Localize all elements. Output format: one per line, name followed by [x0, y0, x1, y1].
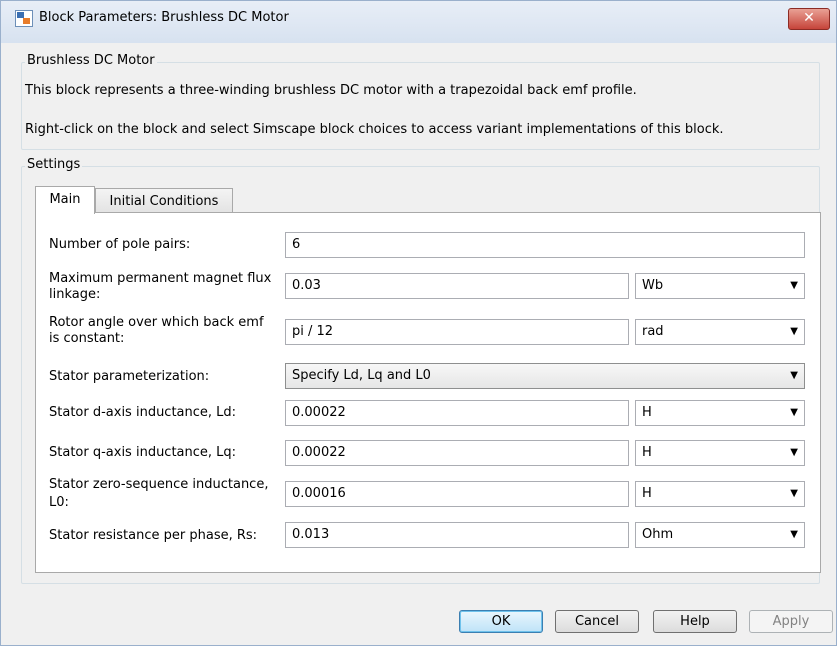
rs-input[interactable]: 0.013: [285, 522, 629, 548]
chevron-down-icon: ▼: [790, 447, 798, 458]
chevron-down-icon: ▼: [790, 326, 798, 337]
pole-pairs-input[interactable]: 6: [285, 232, 805, 258]
rs-label: Stator resistance per phase, Rs:: [49, 528, 258, 543]
flux-linkage-input[interactable]: 0.03: [285, 273, 629, 299]
l0-label-line2: L0:: [49, 495, 69, 510]
rotor-angle-unit-select[interactable]: rad ▼: [635, 319, 805, 345]
rotor-angle-input[interactable]: pi / 12: [285, 319, 629, 345]
apply-button[interactable]: Apply: [749, 610, 833, 633]
rs-unit-select[interactable]: Ohm ▼: [635, 522, 805, 548]
l0-label-line1: Stator zero-sequence inductance,: [49, 477, 269, 492]
chevron-down-icon: ▼: [790, 280, 798, 291]
flux-linkage-label-line2: linkage:: [49, 287, 101, 302]
lq-label: Stator q-axis inductance, Lq:: [49, 445, 237, 460]
lq-unit-value: H: [642, 445, 652, 460]
dialog-window: Block Parameters: Brushless DC Motor ✕ B…: [0, 0, 837, 646]
pole-pairs-label: Number of pole pairs:: [49, 237, 191, 252]
settings-group-title: Settings: [25, 157, 83, 172]
flux-linkage-unit-select[interactable]: Wb ▼: [635, 273, 805, 299]
rs-unit-value: Ohm: [642, 527, 674, 542]
close-button[interactable]: ✕: [788, 8, 830, 30]
stator-param-select[interactable]: Specify Ld, Lq and L0 ▼: [285, 363, 805, 389]
window-title: Block Parameters: Brushless DC Motor: [39, 10, 289, 25]
help-button[interactable]: Help: [653, 610, 737, 633]
l0-input[interactable]: 0.00016: [285, 481, 629, 507]
ld-unit-value: H: [642, 405, 652, 420]
ok-button[interactable]: OK: [459, 610, 543, 633]
flux-linkage-unit-value: Wb: [642, 278, 664, 293]
block-variant-hint: Right-click on the block and select Sims…: [25, 122, 724, 137]
cancel-button[interactable]: Cancel: [555, 610, 639, 633]
chevron-down-icon: ▼: [790, 529, 798, 540]
title-bar[interactable]: Block Parameters: Brushless DC Motor ✕: [1, 1, 836, 43]
tab-initial-conditions[interactable]: Initial Conditions: [95, 188, 233, 214]
stator-param-value: Specify Ld, Lq and L0: [292, 368, 431, 383]
chevron-down-icon: ▼: [790, 488, 798, 499]
chevron-down-icon: ▼: [790, 370, 798, 381]
simulink-block-icon: [15, 10, 33, 27]
ld-label: Stator d-axis inductance, Ld:: [49, 405, 237, 420]
l0-unit-value: H: [642, 486, 652, 501]
lq-input[interactable]: 0.00022: [285, 440, 629, 466]
ld-unit-select[interactable]: H ▼: [635, 400, 805, 426]
main-tab-panel: [35, 212, 821, 573]
l0-unit-select[interactable]: H ▼: [635, 481, 805, 507]
block-group-title: Brushless DC Motor: [25, 53, 157, 68]
ld-input[interactable]: 0.00022: [285, 400, 629, 426]
flux-linkage-label-line1: Maximum permanent magnet flux: [49, 271, 272, 286]
tab-main[interactable]: Main: [35, 186, 95, 214]
lq-unit-select[interactable]: H ▼: [635, 440, 805, 466]
chevron-down-icon: ▼: [790, 407, 798, 418]
rotor-angle-label-line2: is constant:: [49, 331, 125, 346]
rotor-angle-label-line1: Rotor angle over which back emf: [49, 315, 264, 330]
rotor-angle-unit-value: rad: [642, 324, 664, 339]
stator-param-label: Stator parameterization:: [49, 369, 210, 384]
block-description: This block represents a three-winding br…: [25, 83, 637, 98]
